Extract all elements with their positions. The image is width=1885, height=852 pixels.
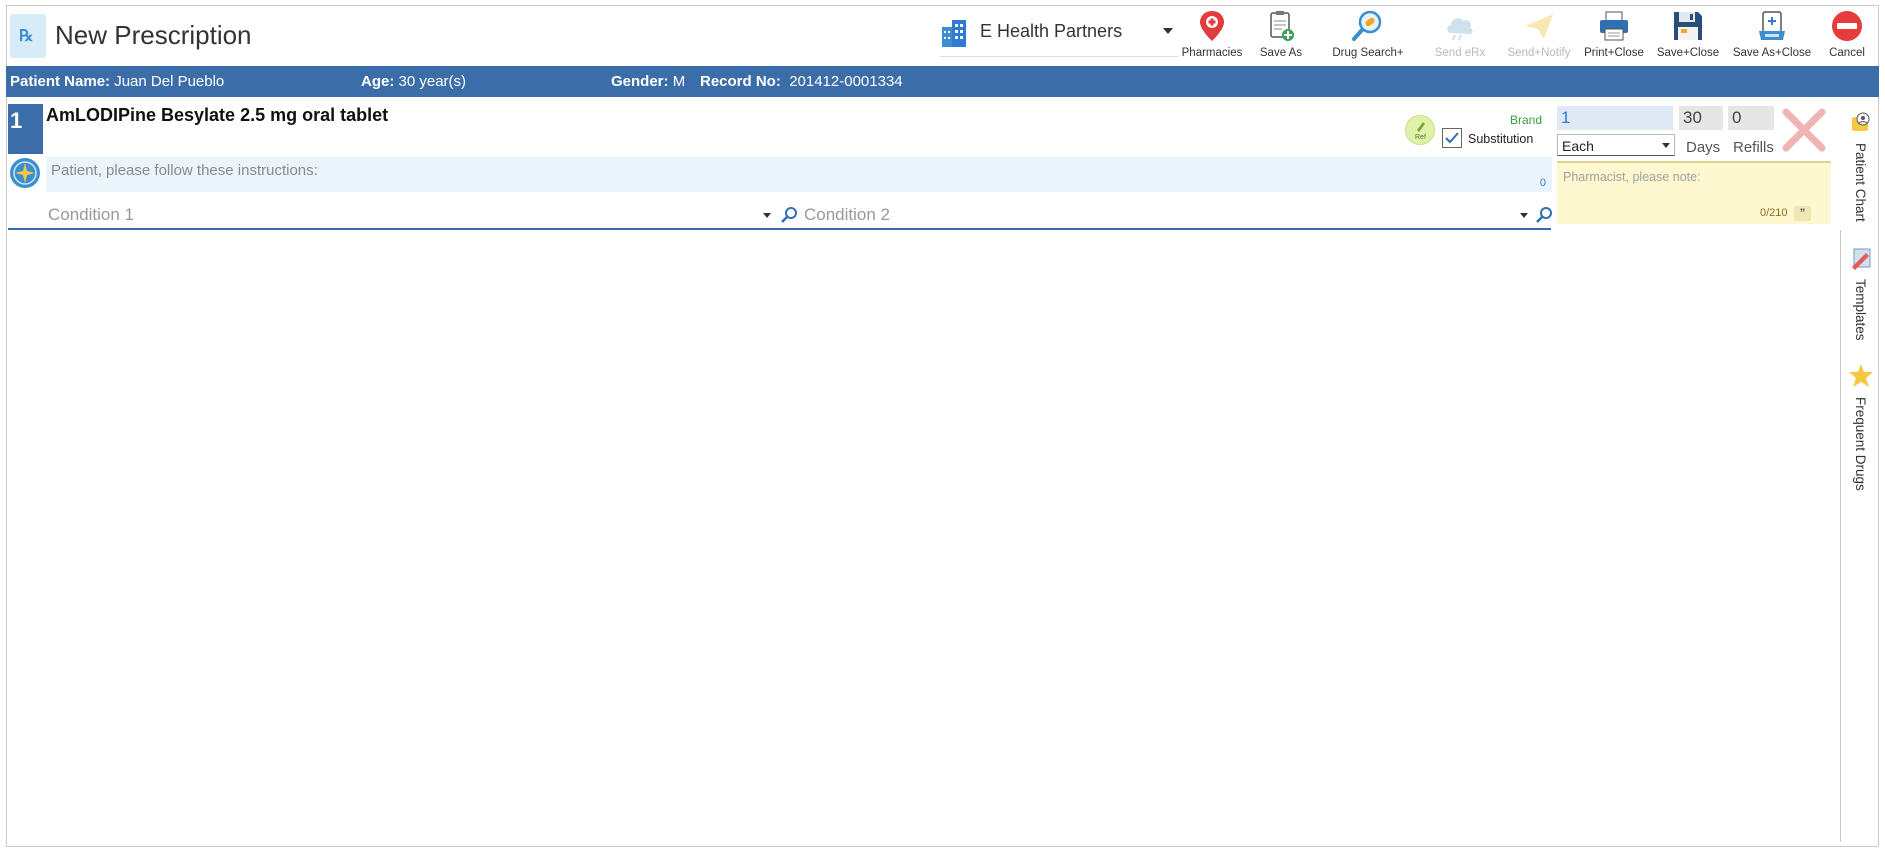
- drug-search-button[interactable]: Drug Search+: [1328, 5, 1408, 63]
- templates-icon: [1852, 248, 1871, 270]
- patient-record-field: Record No: 201412-0001334: [700, 73, 903, 90]
- pharmacist-note-placeholder: Pharmacist, please note:: [1563, 170, 1701, 184]
- patient-record-label: Record No:: [700, 73, 781, 90]
- chevron-down-icon: [1662, 143, 1670, 148]
- cloud-send-icon: [1447, 18, 1473, 41]
- organization-select[interactable]: E Health Partners: [940, 6, 1178, 57]
- side-tab-frequent-drugs[interactable]: Frequent Drugs: [1843, 363, 1879, 503]
- save-close-button[interactable]: Save+Close: [1654, 5, 1722, 63]
- condition-2-placeholder: Condition 2: [804, 205, 891, 224]
- condition-2-select[interactable]: Condition 2: [804, 205, 1534, 225]
- send-erx-button[interactable]: Send eRx: [1428, 5, 1492, 63]
- patient-name: Juan Del Pueblo: [114, 73, 225, 90]
- building-icon: [942, 20, 966, 47]
- patient-age-label: Age:: [361, 73, 395, 90]
- chevron-down-icon: [763, 213, 771, 218]
- chevron-down-icon: [1520, 213, 1528, 218]
- condition-2-search-icon[interactable]: [1535, 205, 1553, 225]
- days-label: Days: [1686, 139, 1721, 156]
- patient-record-number: 201412-0001334: [789, 73, 903, 90]
- page-title: New Prescription: [55, 20, 252, 50]
- cancel-button[interactable]: Cancel: [1820, 5, 1874, 63]
- paper-plane-icon: [1525, 14, 1553, 39]
- organization-name: E Health Partners: [980, 21, 1123, 41]
- magnifier-pill-icon: [1352, 10, 1382, 41]
- toolbar: Pharmacies Save As Drug Search+ Send eRx: [1178, 5, 1880, 63]
- side-tab-label: Patient Chart: [1853, 143, 1868, 222]
- condition-1-placeholder: Condition 1: [48, 205, 135, 224]
- condition-1-select[interactable]: Condition 1: [48, 205, 778, 225]
- days-input[interactable]: [1679, 106, 1723, 130]
- condition-1-search-icon[interactable]: [780, 205, 798, 225]
- star-icon: [1849, 364, 1873, 387]
- brand-label: Brand: [1510, 113, 1543, 127]
- quote-icon[interactable]: ”: [1794, 206, 1811, 221]
- save-as-button[interactable]: Save As: [1248, 5, 1314, 63]
- instructions-placeholder: Patient, please follow these instruction…: [51, 162, 318, 179]
- instructions-icon: [10, 158, 40, 188]
- prescription-app-icon: ℞: [10, 14, 46, 58]
- patient-chart-icon: [1852, 112, 1870, 131]
- patient-age: 30 year(s): [398, 73, 467, 90]
- quantity-input[interactable]: [1557, 106, 1673, 130]
- pencil-icon: Ref: [1415, 122, 1426, 141]
- clipboard-save-icon: [1759, 11, 1785, 40]
- print-close-button[interactable]: Print+Close: [1580, 5, 1648, 63]
- side-tab-label: Templates: [1853, 279, 1868, 341]
- substitution-checkbox[interactable]: [1442, 128, 1462, 148]
- substitution-label: Substitution: [1468, 132, 1534, 146]
- side-panel: Patient Chart Templates Frequent Drugs: [1843, 103, 1879, 703]
- chevron-down-icon: [1163, 28, 1173, 34]
- unit-select-value: Each: [1562, 138, 1594, 154]
- side-tab-label: Frequent Drugs: [1853, 397, 1868, 491]
- pharmacies-button[interactable]: Pharmacies: [1178, 5, 1246, 63]
- map-pin-icon: [1200, 11, 1224, 41]
- patient-name-label: Patient Name:: [10, 73, 111, 90]
- svg-text:Ref: Ref: [1415, 134, 1426, 141]
- send-notify-button[interactable]: Send+Notify: [1502, 5, 1576, 63]
- prescription-row-index: 1: [8, 104, 43, 154]
- checkmark-icon: [1445, 132, 1459, 144]
- clipboard-add-icon: [1270, 11, 1294, 41]
- refills-input[interactable]: [1728, 106, 1774, 130]
- side-tab-templates[interactable]: Templates: [1843, 245, 1879, 355]
- patient-name-field: Patient Name: Juan Del Pueblo: [10, 73, 224, 90]
- save-as-close-button[interactable]: Save As+Close: [1730, 5, 1814, 63]
- drug-name[interactable]: AmLODIPine Besylate 2.5 mg oral tablet: [46, 105, 388, 126]
- no-entry-icon: [1832, 11, 1862, 41]
- floppy-disk-icon: [1674, 12, 1702, 40]
- patient-gender-field: Gender: M: [611, 73, 685, 90]
- patient-gender-label: Gender:: [611, 73, 669, 90]
- side-tab-patient-chart[interactable]: Patient Chart: [1843, 109, 1879, 239]
- pharmacist-note-input[interactable]: Pharmacist, please note: 0/210 ”: [1557, 161, 1831, 224]
- printer-icon: [1600, 11, 1628, 41]
- unit-select[interactable]: Each: [1557, 134, 1675, 156]
- patient-gender: M: [672, 73, 686, 90]
- patient-instructions-input[interactable]: Patient, please follow these instruction…: [46, 157, 1552, 192]
- ref-badge[interactable]: Ref: [1405, 115, 1435, 145]
- patient-info-bar: Patient Name: Juan Del Pueblo Age: 30 ye…: [6, 66, 1879, 97]
- prescription-list-area: [8, 230, 1841, 842]
- refills-label: Refills: [1733, 139, 1774, 156]
- instructions-char-count: 0: [1539, 177, 1546, 189]
- pharmacist-note-char-count: 0/210: [1760, 207, 1788, 219]
- patient-age-field: Age: 30 year(s): [361, 73, 466, 90]
- svg-text:℞: ℞: [19, 28, 33, 45]
- delete-prescription-icon[interactable]: [1780, 106, 1828, 154]
